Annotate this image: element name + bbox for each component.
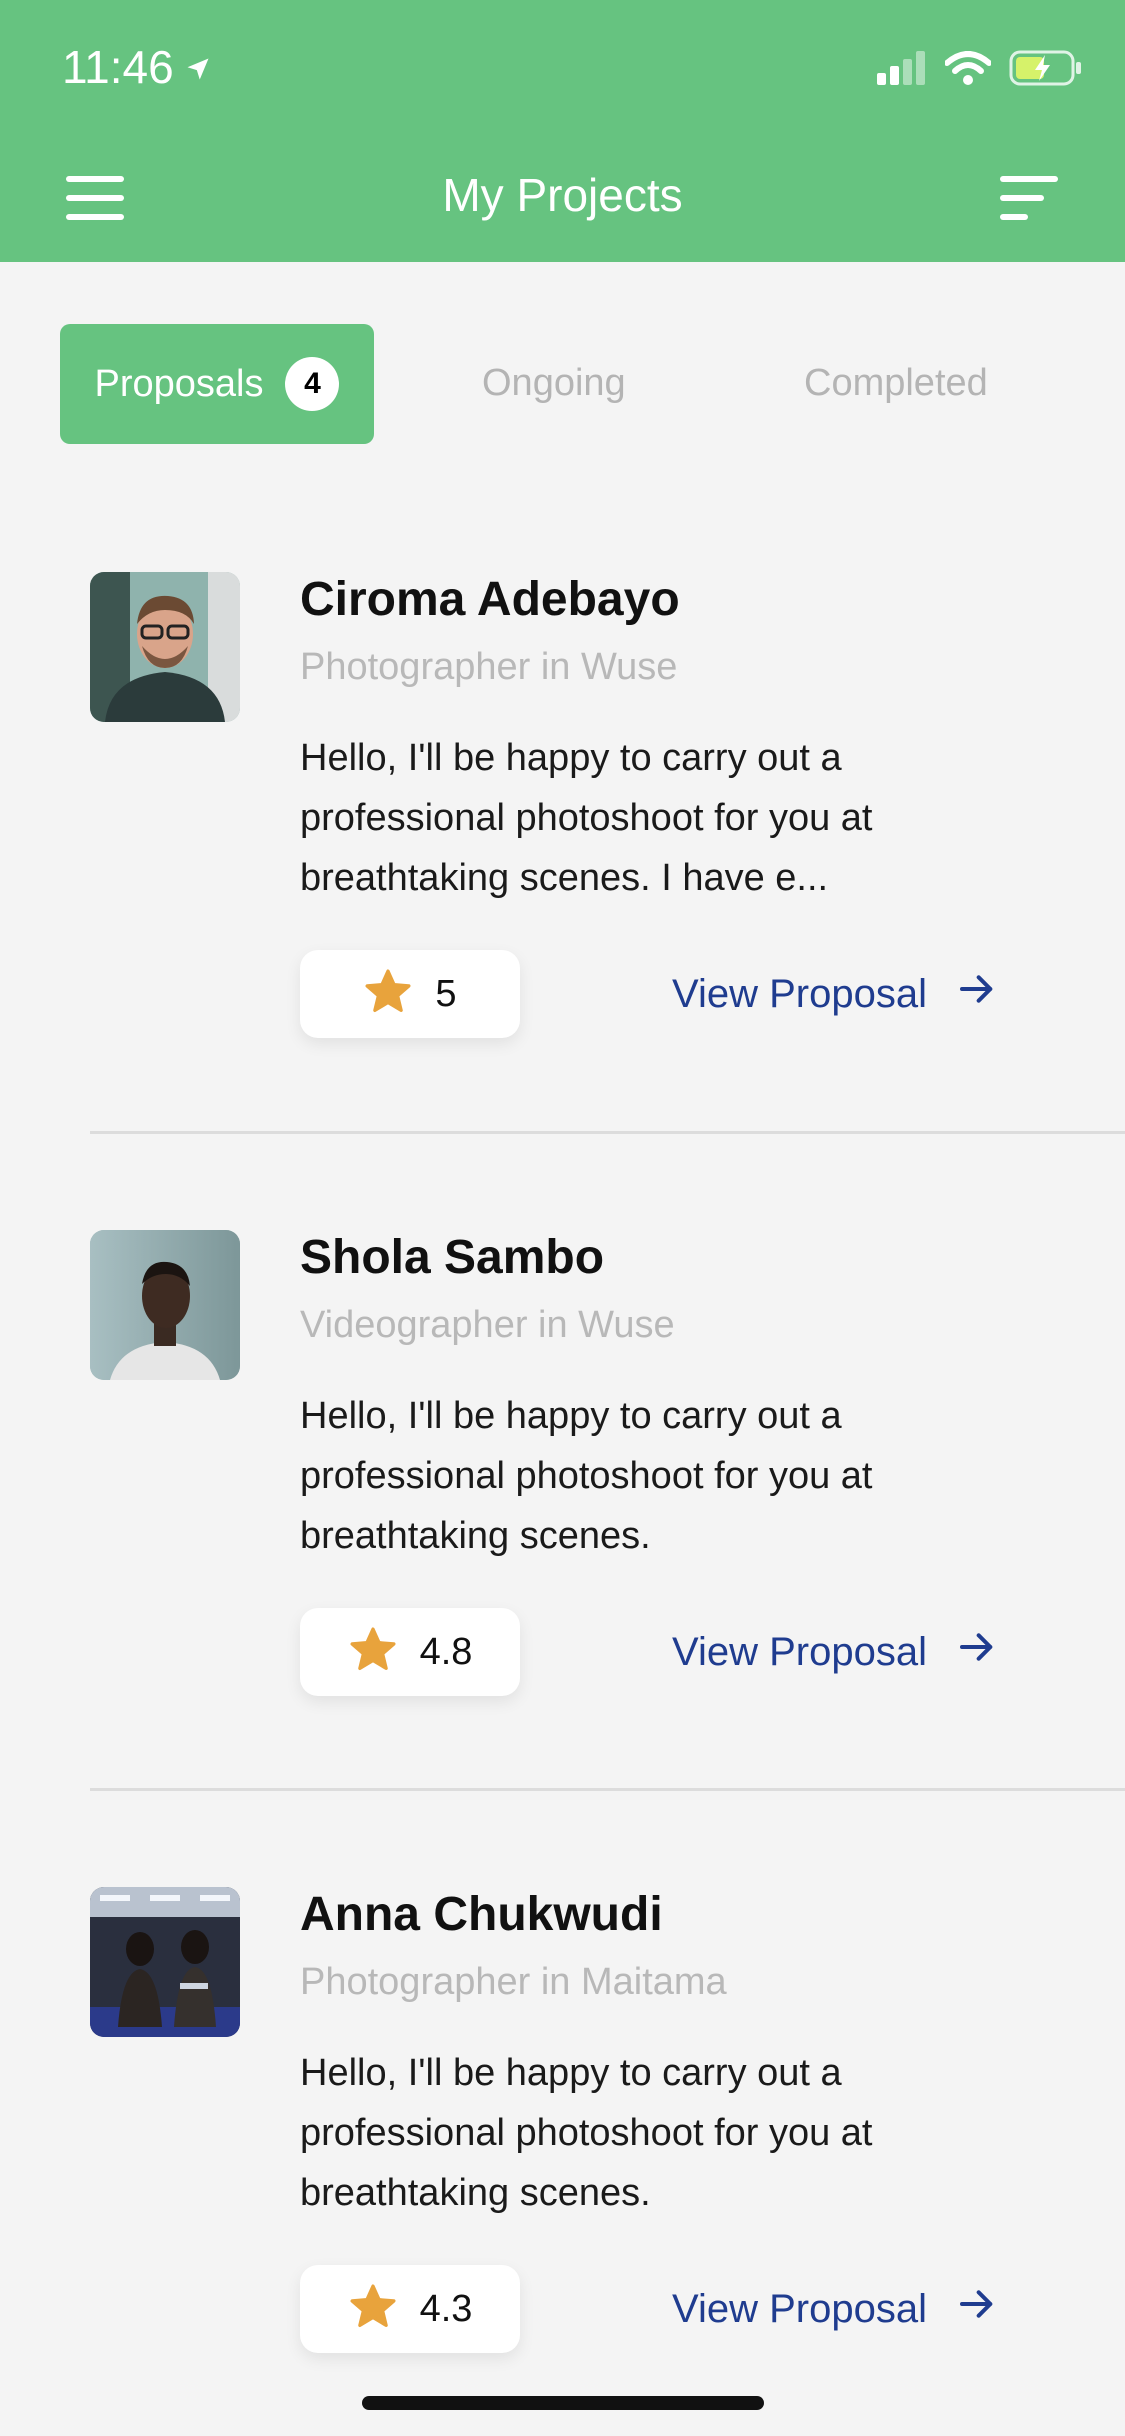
divider xyxy=(90,1131,1125,1134)
proposal-message: Hello, I'll be happy to carry out a prof… xyxy=(300,1395,873,1557)
proposer-role-location: Photographer in Wuse xyxy=(300,646,678,688)
view-proposal-label: View Proposal xyxy=(672,971,927,1016)
tab-completed[interactable]: Completed xyxy=(804,362,988,405)
arrow-right-icon xyxy=(957,969,997,1019)
proposals-count-badge: 4 xyxy=(285,357,340,411)
proposer-name: Shola Sambo xyxy=(300,1231,605,1284)
signal-icon xyxy=(877,51,927,90)
proposal-message: Hello, I'll be happy to carry out a prof… xyxy=(300,2052,873,2214)
proposal-message: Hello, I'll be happy to carry out a prof… xyxy=(300,737,873,899)
avatar xyxy=(90,1230,240,1380)
view-proposal-button[interactable]: View Proposal xyxy=(672,962,997,1026)
wifi-icon xyxy=(944,51,992,90)
proposer-name: Anna Chukwudi xyxy=(300,1888,663,1941)
avatar xyxy=(90,1887,240,2037)
rating-value: 5 xyxy=(435,972,457,1015)
arrow-right-icon xyxy=(957,2284,997,2334)
tab-proposals-label: Proposals xyxy=(94,362,264,405)
tab-proposals[interactable]: Proposals 4 xyxy=(60,324,374,444)
home-indicator[interactable] xyxy=(362,2396,764,2410)
rating-badge: 4.3 xyxy=(300,2265,520,2353)
status-icons xyxy=(877,50,1083,91)
status-bar-time: 11:46 xyxy=(62,40,212,94)
star-icon xyxy=(348,1626,398,1679)
star-icon xyxy=(363,968,413,1021)
divider xyxy=(90,1788,1125,1791)
location-arrow-icon xyxy=(184,40,212,94)
star-icon xyxy=(348,2283,398,2336)
sort-icon[interactable] xyxy=(998,176,1058,220)
battery-charging-icon xyxy=(1009,50,1083,91)
arrow-right-icon xyxy=(957,1627,997,1677)
proposer-role-location: Photographer in Maitama xyxy=(300,1961,727,2003)
rating-value: 4.3 xyxy=(419,2287,473,2330)
app-header: 11:46 My Projects xyxy=(0,0,1125,262)
proposer-role-location: Videographer in Wuse xyxy=(300,1304,675,1346)
page-title: My Projects xyxy=(442,169,683,221)
proposer-name: Ciroma Adebayo xyxy=(300,573,680,626)
view-proposal-label: View Proposal xyxy=(672,2286,927,2331)
rating-badge: 5 xyxy=(300,950,520,1038)
view-proposal-label: View Proposal xyxy=(672,1629,927,1674)
tab-ongoing[interactable]: Ongoing xyxy=(482,362,626,405)
view-proposal-button[interactable]: View Proposal xyxy=(672,1620,997,1684)
avatar xyxy=(90,572,240,722)
rating-value: 4.8 xyxy=(419,1630,473,1673)
view-proposal-button[interactable]: View Proposal xyxy=(672,2277,997,2341)
rating-badge: 4.8 xyxy=(300,1608,520,1696)
